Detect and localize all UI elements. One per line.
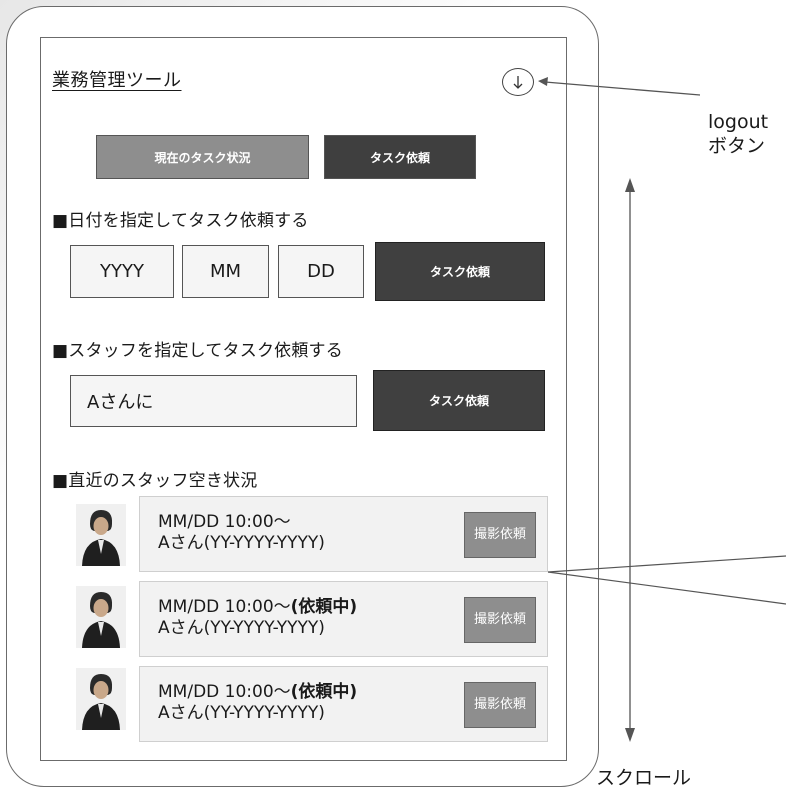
availability-item[interactable]: MM/DD 10:00〜 Aさん(YY-YYYY-YYYY) 撮影依頼 — [139, 496, 548, 572]
availability-datetime: MM/DD 10:00〜 — [158, 682, 291, 702]
down-arrow-circle-icon — [513, 76, 523, 89]
logout-button[interactable] — [502, 68, 534, 96]
availability-status: (依頼中) — [290, 597, 358, 617]
logout-annotation-line2: ボタン — [708, 135, 766, 157]
staff-avatar — [76, 668, 126, 730]
availability-item-text: MM/DD 10:00〜 Aさん(YY-YYYY-YYYY) — [158, 512, 325, 554]
date-task-request-button[interactable]: タスク依頼 — [375, 242, 545, 301]
shoot-request-button[interactable]: 撮影依頼 — [464, 597, 536, 643]
logout-annotation-line1: logout — [708, 111, 769, 133]
scroll-arrow — [625, 178, 635, 742]
availability-item[interactable]: MM/DD 10:00〜(依頼中) Aさん(YY-YYYY-YYYY) 撮影依頼 — [139, 581, 548, 657]
app-title: 業務管理ツール — [52, 70, 182, 91]
availability-item[interactable]: MM/DD 10:00〜(依頼中) Aさん(YY-YYYY-YYYY) 撮影依頼 — [139, 666, 548, 742]
tab-current-task-status[interactable]: 現在のタスク状況 — [96, 135, 309, 179]
month-field[interactable]: MM — [182, 245, 269, 298]
staff-input[interactable]: Aさんに — [70, 375, 357, 427]
staff-avatar — [76, 586, 126, 648]
availability-item-text: MM/DD 10:00〜(依頼中) Aさん(YY-YYYY-YYYY) — [158, 682, 357, 724]
staff-task-request-button[interactable]: タスク依頼 — [373, 370, 545, 431]
day-field[interactable]: DD — [278, 245, 364, 298]
availability-item-text: MM/DD 10:00〜(依頼中) Aさん(YY-YYYY-YYYY) — [158, 597, 357, 639]
staff-section-heading: ■スタッフを指定してタスク依頼する — [52, 341, 343, 361]
date-section-heading: ■日付を指定してタスク依頼する — [52, 211, 309, 231]
availability-staff: Aさん(YY-YYYY-YYYY) — [158, 703, 325, 723]
shoot-request-button[interactable]: 撮影依頼 — [464, 512, 536, 558]
availability-datetime: MM/DD 10:00〜 — [158, 512, 291, 532]
availability-status: (依頼中) — [290, 682, 358, 702]
availability-staff: Aさん(YY-YYYY-YYYY) — [158, 618, 325, 638]
logout-annotation: logout ボタン — [708, 110, 768, 158]
availability-section-heading: ■直近のスタッフ空き状況 — [52, 471, 258, 491]
shoot-request-button[interactable]: 撮影依頼 — [464, 682, 536, 728]
staff-avatar — [76, 504, 126, 566]
scroll-annotation: スクロール — [596, 767, 692, 788]
availability-datetime: MM/DD 10:00〜 — [158, 597, 291, 617]
availability-staff: Aさん(YY-YYYY-YYYY) — [158, 533, 325, 553]
tab-task-request[interactable]: タスク依頼 — [324, 135, 476, 179]
year-field[interactable]: YYYY — [70, 245, 174, 298]
